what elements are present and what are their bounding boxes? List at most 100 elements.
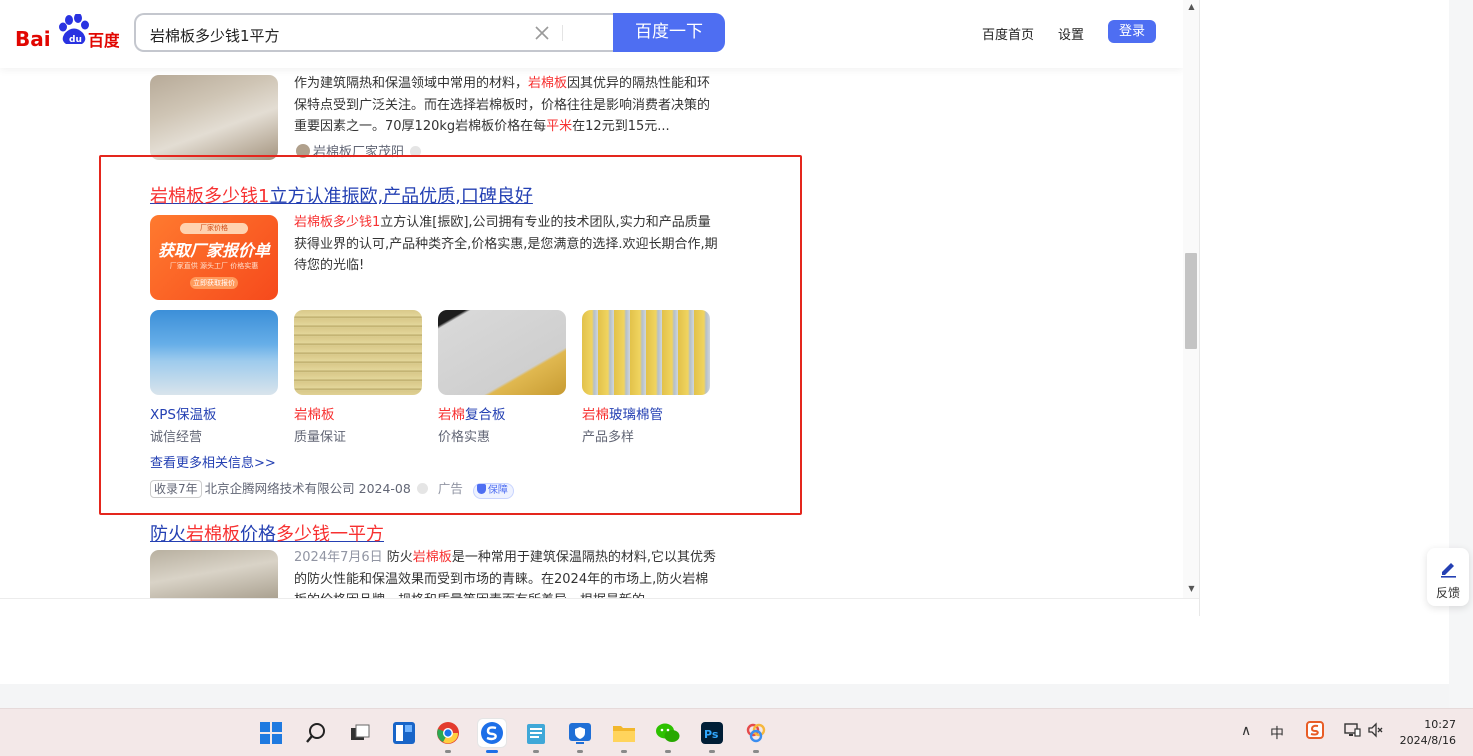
result-date: 2024年7月6日 [294, 550, 383, 565]
scrollbar-thumb[interactable] [1185, 253, 1197, 349]
product-card[interactable]: 岩棉板 质量保证 [294, 310, 422, 445]
running-indicator [709, 750, 715, 753]
volume-muted-icon[interactable] [1367, 721, 1385, 743]
more-info-link[interactable]: 查看更多相关信息>> [150, 452, 276, 471]
notepad-icon[interactable] [522, 719, 550, 753]
title-text[interactable]: 价格 [240, 524, 276, 545]
banner-subline: 厂家直供 源头工厂 价格实惠 [169, 262, 259, 270]
snippet-highlight: 岩棉板多少钱1 [294, 215, 381, 230]
chrome-icon[interactable] [434, 719, 462, 753]
photoshop-icon[interactable]: Ps [698, 719, 726, 753]
ad-company[interactable]: 北京企腾网络技术有限公司 2024-08 [205, 481, 411, 496]
product-name-text[interactable]: 玻璃棉管 [609, 407, 663, 423]
product-image[interactable] [582, 310, 710, 395]
product-image[interactable] [294, 310, 422, 395]
result-snippet: 2024年7月6日 防火岩棉板是一种常用于建筑保温隔热的材料,它以其优秀的防火性… [294, 547, 719, 598]
wechat-icon[interactable] [654, 719, 682, 753]
product-name[interactable]: 岩棉复合板 [438, 403, 506, 423]
scroll-down-arrow-icon[interactable]: ▼ [1187, 584, 1196, 593]
login-button[interactable]: 登录 [1108, 20, 1156, 43]
snippet-highlight: 岩棉板 [412, 550, 452, 565]
title-highlight[interactable]: 多少钱一平方 [276, 524, 384, 545]
title-text[interactable]: 立方认准振欧,产品优质,口碑良好 [269, 186, 532, 207]
result-snippet: 作为建筑隔热和保温领域中常用的材料，岩棉板因其优异的隔热性能和环保特点受到广泛关… [294, 73, 719, 138]
product-name[interactable]: 岩棉板 [294, 403, 335, 423]
clear-icon[interactable] [532, 23, 552, 43]
task-view-icon[interactable] [346, 719, 374, 747]
results-scroll-area[interactable]: du Bai 百度 岩棉板多少钱1平方 百度一下 百度首页 设置 登录 作为建筑… [0, 0, 1183, 598]
ad-snippet: 岩棉板多少钱1立方认准[振欧],公司拥有专业的技术团队,实力和产品质量获得业界的… [294, 212, 719, 277]
tray-chevron-up-icon[interactable]: ∧ [1241, 723, 1251, 739]
ad-result-title-link[interactable]: 岩棉板多少钱1立方认准振欧,产品优质,口碑良好 [150, 182, 533, 208]
indexed-years-badge: 收录7年 [150, 480, 202, 498]
product-name-highlight[interactable]: 岩棉 [582, 407, 609, 423]
running-indicator [753, 750, 759, 753]
result-title-link[interactable]: 防火岩棉板价格多少钱一平方 [150, 520, 384, 546]
product-tagline: 质量保证 [294, 430, 347, 445]
search-divider [562, 25, 563, 41]
feedback-label: 反馈 [1435, 586, 1460, 600]
nav-baidu-home-link[interactable]: 百度首页 [982, 24, 1034, 43]
scroll-up-arrow-icon[interactable]: ▲ [1187, 2, 1196, 11]
sogou-ime-icon[interactable] [1306, 721, 1324, 743]
running-indicator [665, 750, 671, 753]
vertical-scrollbar[interactable]: ▲ ▼ [1183, 0, 1199, 598]
shield-icon [476, 484, 486, 494]
windows-start-icon[interactable] [257, 719, 285, 747]
horizontal-scroll-strip [0, 598, 1199, 616]
running-indicator [577, 750, 583, 753]
snippet-text: 防火 [386, 550, 413, 565]
snippet-highlight: 岩棉板 [528, 76, 568, 91]
result-thumbnail[interactable] [150, 550, 278, 598]
nav-settings-link[interactable]: 设置 [1058, 24, 1084, 43]
security-app-icon[interactable] [566, 719, 594, 753]
product-image[interactable] [438, 310, 566, 395]
logo-baidu-text: 百度 [88, 31, 119, 50]
result-thumbnail[interactable] [150, 75, 278, 160]
title-highlight[interactable]: 岩棉板 [186, 524, 240, 545]
product-name[interactable]: 岩棉玻璃棉管 [582, 403, 663, 423]
clock-date: 2024/8/16 [1399, 734, 1456, 747]
system-clock[interactable]: 10:27 2024/8/16 [1396, 717, 1456, 749]
banner-button: 立即获取报价 [190, 277, 238, 289]
product-tagline: 产品多样 [582, 430, 635, 445]
product-card[interactable]: XPS保温板 诚信经营 [150, 310, 278, 445]
sogou-browser-icon[interactable] [478, 719, 506, 753]
baidu-logo[interactable]: du Bai 百度 [14, 13, 121, 52]
search-button[interactable]: 百度一下 [613, 13, 725, 52]
feedback-button[interactable]: 反馈 [1427, 548, 1469, 606]
widgets-icon[interactable] [390, 719, 418, 747]
running-indicator [445, 750, 451, 753]
banner-headline: 获取厂家报价单 [157, 241, 270, 260]
window-bottom-band [0, 684, 1449, 708]
search-input[interactable]: 岩棉板多少钱1平方 [150, 25, 280, 46]
svg-text:Ps: Ps [704, 728, 719, 741]
product-card[interactable]: 岩棉玻璃棉管 产品多样 [582, 310, 710, 445]
snippet-text: 在12元到15元... [572, 119, 670, 134]
product-name-highlight[interactable]: 岩棉板 [294, 407, 335, 423]
page-header: du Bai 百度 岩棉板多少钱1平方 百度一下 百度首页 设置 登录 [0, 0, 1183, 68]
product-tagline: 价格实惠 [438, 430, 491, 445]
title-text[interactable]: 防火 [150, 524, 186, 545]
chevron-down-icon[interactable] [416, 483, 428, 494]
file-explorer-icon[interactable] [610, 719, 638, 753]
product-name-text[interactable]: 复合板 [465, 407, 506, 423]
ime-indicator[interactable]: 中 [1270, 723, 1284, 743]
active-indicator [486, 750, 498, 753]
running-indicator [621, 750, 627, 753]
product-card[interactable]: 岩棉复合板 价格实惠 [438, 310, 566, 445]
search-box[interactable]: 岩棉板多少钱1平方 [134, 13, 614, 52]
ad-banner-image[interactable]: 厂家价格 获取厂家报价单 厂家直供 源头工厂 价格实惠 立即获取报价 [150, 215, 278, 300]
ad-label: 广告 [437, 481, 463, 496]
product-name[interactable]: XPS保温板 [150, 403, 216, 423]
title-highlight[interactable]: 岩棉板多少钱1 [150, 186, 269, 207]
search-icon[interactable] [302, 719, 330, 747]
product-image[interactable] [150, 310, 278, 395]
network-icon[interactable] [1343, 721, 1361, 743]
product-name-text[interactable]: XPS保温板 [150, 407, 216, 423]
product-name-highlight[interactable]: 岩棉 [438, 407, 465, 423]
guarantee-badge[interactable]: 保障 [472, 483, 514, 499]
snippet-text: 作为建筑隔热和保温领域中常用的材料， [294, 76, 529, 91]
taskbar: Ps ∧ 中 10:27 2024/8/16 [0, 708, 1473, 756]
cloud-app-icon[interactable] [742, 719, 770, 753]
